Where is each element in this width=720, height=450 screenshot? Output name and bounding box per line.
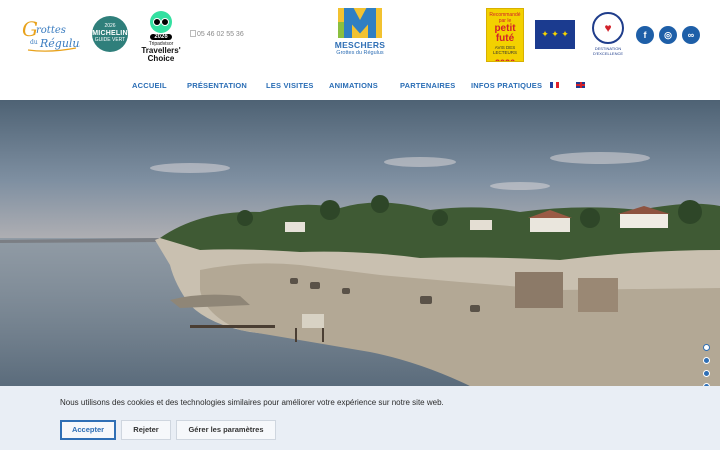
facebook-icon[interactable]: f	[636, 26, 654, 44]
manage-cookie-settings-button[interactable]: Gérer les paramètres	[176, 420, 276, 440]
instagram-icon[interactable]: ◎	[659, 26, 677, 44]
nav-item-les-visites[interactable]: LES VISITES	[266, 81, 314, 90]
eu-flag-logo: ✦ ✦ ✦	[535, 20, 575, 49]
cookie-banner: Nous utilisons des cookies et des techno…	[0, 386, 720, 450]
travellers-choice-label: Travellers' Choice	[141, 46, 181, 63]
destination-caption: DESTINATION D'EXCELLENCE	[592, 46, 624, 56]
accept-cookies-button[interactable]: Accepter	[60, 420, 116, 440]
grottes-du-regulus-logo[interactable]: G rottes du Régulus	[20, 14, 80, 54]
slider-dot[interactable]	[703, 344, 710, 351]
tripadvisor-owl-icon	[150, 11, 172, 33]
destination-ring-icon: ♥	[592, 12, 624, 44]
slider-dot[interactable]	[703, 370, 710, 377]
petit-fute-year: 2026	[487, 58, 523, 61]
phone-text: 05 46 02 55 36	[197, 31, 244, 38]
logo-subtitle: Grottes du Régulus	[336, 50, 384, 56]
nav-item-presentation[interactable]: PRÉSENTATION	[187, 81, 247, 90]
french-flag-icon[interactable]	[550, 82, 559, 88]
cookie-message: Nous utilisons des cookies et des techno…	[60, 398, 444, 407]
svg-text:du: du	[30, 39, 38, 46]
heart-icon: ♥	[604, 21, 612, 35]
tripadvisor-icon[interactable]: ∞	[682, 26, 700, 44]
petit-fute-mid: AVIS DES LECTEURS	[492, 45, 517, 55]
broken-image-icon	[190, 30, 196, 37]
meschers-m-mark	[338, 8, 382, 38]
site-header: G rottes du Régulus 2026 MICHELIN GUIDE …	[0, 0, 720, 70]
main-nav: ACCUEIL PRÉSENTATION LES VISITES ANIMATI…	[0, 70, 720, 100]
english-flag-icon[interactable]	[576, 82, 585, 88]
nav-item-infos-pratiques[interactable]: INFOS PRATIQUES	[471, 81, 542, 90]
destination-excellence-badge: ♥ DESTINATION D'EXCELLENCE	[588, 12, 628, 56]
meschers-logo[interactable]: MESCHERS Grottes du Régulus	[332, 8, 388, 60]
nav-item-accueil[interactable]: ACCUEIL	[132, 81, 167, 90]
nav-item-animations[interactable]: ANIMATIONS	[329, 81, 378, 90]
slider-dot[interactable]	[703, 357, 710, 364]
eu-stars-icon: ✦ ✦ ✦	[541, 29, 569, 39]
phone-number[interactable]: 05 46 02 55 36	[190, 30, 244, 38]
slider-pagination	[703, 344, 711, 386]
svg-text:rottes: rottes	[36, 25, 66, 36]
reject-cookies-button[interactable]: Rejeter	[121, 420, 171, 440]
petit-fute-badge: Recommandé par le petit futé AVIS DES LE…	[486, 8, 524, 62]
nav-item-partenaires[interactable]: PARTENAIRES	[400, 81, 455, 90]
logo-title: MESCHERS	[334, 40, 386, 50]
hero-slider	[0, 100, 720, 386]
tripadvisor-badge: 2026 Tripadvisor Travellers' Choice	[138, 11, 184, 63]
tripadvisor-year: 2026	[150, 34, 172, 40]
michelin-sub: GUIDE VERT	[94, 37, 126, 44]
petit-fute-name: petit futé	[494, 23, 516, 44]
hero-image-cliffs	[0, 152, 720, 386]
michelin-badge: 2026 MICHELIN GUIDE VERT	[92, 16, 128, 52]
